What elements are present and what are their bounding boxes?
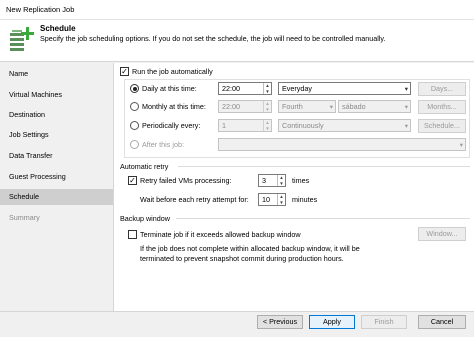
periodically-label: Periodically every: [142,121,201,130]
retry-spinner-icon[interactable]: ▲ ▼ [277,175,285,186]
nav-item-data-transfer[interactable]: Data Transfer [0,148,113,164]
backup-window-hint-line1: If the job does not complete within allo… [140,244,360,253]
title-bar: New Replication Job [0,0,474,20]
chevron-down-icon: ▾ [329,104,333,111]
terminate-job-checkbox[interactable] [128,230,137,239]
terminate-job-label: Terminate job if it exceeds allowed back… [140,230,301,239]
page-title: Schedule [40,24,76,33]
retry-count-input[interactable]: 3 ▲ ▼ [258,174,286,187]
monthly-time-input[interactable]: 22:00 ▲ ▼ [218,100,272,113]
monthly-day-select[interactable]: sábado ▾ [338,100,411,113]
nav-item-guest-processing[interactable]: Guest Processing [0,169,113,185]
page-description: Specify the job scheduling options. If y… [40,34,386,43]
finish-button: Finish [361,315,407,329]
run-automatically-checkbox[interactable]: ✓ [120,67,129,76]
run-automatically-label: Run the job automatically [132,67,213,76]
daily-time-value: 22:00 [222,84,240,93]
wait-minutes-input[interactable]: 10 ▲ ▼ [258,193,286,206]
cancel-button[interactable]: Cancel [418,315,466,329]
chevron-down-icon: ▾ [404,86,408,93]
monthly-label: Monthly at this time: [142,102,206,111]
window-button[interactable]: Window... [418,227,466,241]
days-button[interactable]: Days... [418,82,466,96]
daily-label: Daily at this time: [142,84,197,93]
periodic-interval-input[interactable]: 1 ▲ ▼ [218,119,272,132]
periodically-radio[interactable] [130,121,139,130]
monthly-week-value: Fourth [282,102,303,111]
automatic-retry-heading: Automatic retry [120,162,169,171]
previous-button[interactable]: < Previous [257,315,303,329]
chevron-down-icon: ▾ [459,142,463,149]
periodic-interval-value: 1 [222,121,226,130]
chevron-down-icon: ▾ [404,104,408,111]
monthly-radio[interactable] [130,102,139,111]
section-divider [176,218,470,219]
interval-spinner-icon[interactable]: ▲ ▼ [263,120,271,131]
time-spinner-icon[interactable]: ▲ ▼ [263,101,271,112]
daily-frequency-value: Everyday [282,84,312,93]
wait-minutes-value: 10 [262,195,270,204]
monthly-week-select[interactable]: Fourth ▾ [278,100,336,113]
section-divider [178,166,470,167]
daily-frequency-select[interactable]: Everyday ▾ [278,82,411,95]
monthly-day-value: sábado [342,102,366,111]
months-button[interactable]: Months... [418,100,466,114]
nav-item-destination[interactable]: Destination [0,107,113,123]
wait-before-retry-label: Wait before each retry attempt for: [140,195,249,204]
nav-item-schedule[interactable]: Schedule [0,189,113,205]
wait-unit-label: minutes [292,195,318,204]
after-this-job-select[interactable]: ▾ [218,138,466,151]
periodic-mode-select[interactable]: Continuously ▾ [278,119,411,132]
after-this-job-label: After this job: [142,140,184,149]
after-this-job-radio[interactable] [130,140,139,149]
time-spinner-icon[interactable]: ▲ ▼ [263,83,271,94]
window-title: New Replication Job [6,5,75,14]
wait-spinner-icon[interactable]: ▲ ▼ [277,194,285,205]
nav-item-job-settings[interactable]: Job Settings [0,127,113,143]
nav-item-name[interactable]: Name [0,66,113,82]
chevron-down-icon: ▾ [404,123,408,130]
nav-item-virtual-machines[interactable]: Virtual Machines [0,87,113,103]
monthly-time-value: 22:00 [222,102,240,111]
wizard-steps-nav: Name Virtual Machines Destination Job Se… [0,63,114,311]
retry-unit-label: times [292,176,310,185]
apply-button[interactable]: Apply [309,315,355,329]
backup-window-heading: Backup window [120,214,170,223]
schedule-button[interactable]: Schedule... [418,119,466,133]
daily-radio[interactable] [130,84,139,93]
retry-count-value: 3 [262,176,266,185]
retry-failed-checkbox[interactable]: ✓ [128,176,137,185]
replication-job-icon [7,24,37,56]
retry-failed-label: Retry failed VMs processing: [140,176,232,185]
daily-time-input[interactable]: 22:00 ▲ ▼ [218,82,272,95]
periodic-mode-value: Continuously [282,121,324,130]
nav-item-summary: Summary [9,213,40,222]
backup-window-hint-line2: terminated to prevent snapshot commit du… [140,254,344,263]
